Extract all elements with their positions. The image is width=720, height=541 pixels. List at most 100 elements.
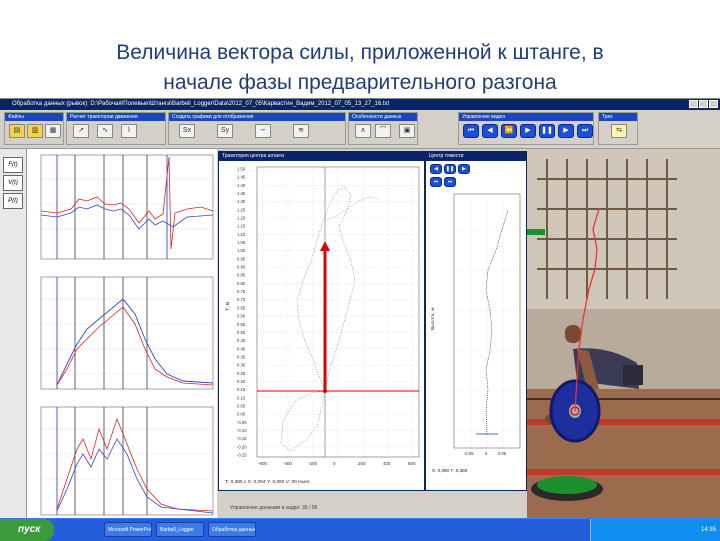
toolbar-group-label: Расчет траектории движения — [67, 113, 165, 121]
vertical-xtick-2: 0.05 — [498, 451, 507, 456]
trajectory-ylabel: Y, м — [225, 302, 231, 311]
save-icon[interactable]: ▦ — [45, 124, 61, 138]
video-last-icon[interactable]: ⏭ — [577, 124, 593, 138]
chart-force-icon[interactable]: ∿ — [97, 124, 113, 138]
athlete-head — [565, 325, 581, 343]
trajectory-ytick: 0.20 — [237, 379, 246, 384]
close-button[interactable] — [709, 100, 718, 108]
trajectory-window[interactable]: Траектория центра штанги 1.50 1.45 1.40 1.3… — [218, 151, 425, 491]
trajectory-ytick: 0.85 — [237, 273, 246, 278]
feature-chart-icon[interactable]: ∧ — [355, 124, 371, 138]
video-pause-icon[interactable]: ❚❚ — [539, 124, 555, 138]
toolbar-group-track: Трек ⇆ — [598, 112, 638, 145]
taskbar: пуск Microsoft PowerPoint Barbell_Logger… — [0, 518, 720, 541]
trajectory-ytick: -0.20 — [237, 444, 247, 449]
trajectory-ytick: 0.95 — [237, 256, 246, 261]
velocity-time-button[interactable]: V(t) — [3, 175, 23, 191]
trajectory-xtick: 0 — [333, 461, 336, 466]
toolbar-group-data-features: Особенности данных ∧ ⌒ ▣ — [348, 112, 418, 145]
toolbar-group-files: Файлы ▤ ▥ ▦ — [4, 112, 64, 145]
left-function-strip: F(t) V(t) P(t) — [0, 149, 27, 519]
trajectory-ytick: 0.25 — [237, 371, 246, 376]
vertical-trace-window[interactable]: Центр тяжести ◀ ❚❚ ▶ ⏮ ⏭ Высота, м -0.05… — [425, 151, 527, 491]
vertical-trace-title: Центр тяжести — [426, 152, 526, 161]
trajectory-ytick: 0.30 — [237, 363, 246, 368]
task-powerpoint[interactable]: Microsoft PowerPoint — [104, 522, 152, 537]
trace-last-icon[interactable]: ⏭ — [444, 177, 456, 187]
slide-title-line-2: начале фазы предварительного разгона — [163, 71, 557, 94]
toolbar-group-label: Управление видео — [459, 113, 593, 121]
trajectory-ytick: 1.00 — [237, 248, 246, 253]
toolbar: Файлы ▤ ▥ ▦ Расчет траектории движения ↗… — [0, 110, 720, 149]
toolbar-group-label: Трек — [599, 113, 637, 121]
vertical-readout: Х: 0,060 Т: 0,380 — [432, 468, 468, 473]
trajectory-ytick: 0.00 — [237, 412, 246, 417]
video-rewind-icon[interactable]: ⏪ — [501, 124, 517, 138]
trajectory-ytick: -0.25 — [237, 453, 247, 458]
maximize-button[interactable] — [699, 100, 708, 108]
trajectory-xtick: -400 — [283, 461, 293, 466]
chart-velocity-icon[interactable]: ↗ — [73, 124, 89, 138]
slide-title-line-1: Величина вектора силы, приложенной к шта… — [116, 41, 604, 64]
task-data-processing[interactable]: Обработка данных — [208, 522, 256, 537]
chart-power-icon[interactable]: ⌇ — [121, 124, 137, 138]
trajectory-ytick: 0.45 — [237, 338, 246, 343]
trajectory-ytick: -0.15 — [237, 436, 247, 441]
video-play-icon[interactable]: ▶ — [520, 124, 536, 138]
trajectory-ytick: 1.10 — [237, 232, 246, 237]
trajectory-ytick: 0.65 — [237, 305, 246, 310]
trajectory-plot: 1.50 1.45 1.40 1.35 1.30 1.25 1.20 1.15 1.10 1.05… — [225, 167, 420, 485]
window-titlebar: Обработка данных (рывок): D:\Рабочая\Пол… — [0, 99, 720, 110]
track-icon[interactable]: ⇆ — [611, 124, 627, 138]
window-title: Обработка данных (рывок): D:\Рабочая\Пол… — [12, 101, 390, 107]
trajectory-xtick: -200 — [308, 461, 318, 466]
trajectory-readout: Т: 0,380 с Х: 0,004 Y: 0,060 V: 00 Ньют. — [225, 479, 311, 485]
vertical-ylabel: Высота, м — [430, 308, 436, 330]
trajectory-icon[interactable]: ∽ — [255, 124, 271, 138]
trajectory-ytick: 0.15 — [237, 387, 246, 392]
trajectory-ytick: 1.40 — [237, 183, 246, 188]
trajectory-ytick: -0.10 — [237, 428, 247, 433]
trajectory-window-title: Траектория центра штанги — [219, 152, 424, 161]
trajectory-ytick: 0.75 — [237, 289, 246, 294]
vertical-xtick-0: -0.05 — [464, 451, 474, 456]
video-frame-illustration — [527, 149, 720, 519]
video-step-back-icon[interactable]: ◀ — [482, 124, 498, 138]
vertical-trace-controls: ◀ ❚❚ ▶ ⏮ ⏭ — [428, 164, 524, 192]
minimize-button[interactable] — [689, 100, 698, 108]
trajectory-ytick: 0.05 — [237, 403, 246, 408]
video-step-forward-icon[interactable]: ▶ — [558, 124, 574, 138]
force-time-button[interactable]: F(t) — [3, 157, 23, 173]
toolbar-group-trajectory: Расчет траектории движения ↗ ∿ ⌇ — [66, 112, 166, 145]
trajectory-xtick: -600 — [258, 461, 268, 466]
print-icon[interactable]: ▣ — [399, 124, 415, 138]
power-time-button[interactable]: P(t) — [3, 193, 23, 209]
velocity-plot-frame — [40, 276, 214, 390]
trajectory-ytick: -0.05 — [237, 420, 247, 425]
open-file-icon[interactable]: ▤ — [9, 124, 25, 138]
start-button[interactable]: пуск — [0, 519, 54, 541]
feature-chart-2-icon[interactable]: ⌒ — [375, 124, 391, 138]
trajectory-xtick: 400 — [383, 461, 391, 466]
trajectory-ytick: 0.70 — [237, 297, 246, 302]
trajectory-ytick: 0.60 — [237, 314, 246, 319]
trajectory-alt-icon[interactable]: ≋ — [293, 124, 309, 138]
task-barbell-logger[interactable]: Barbell_Logger — [156, 522, 204, 537]
folder-icon[interactable]: ▥ — [27, 124, 43, 138]
sx-icon[interactable]: Sx — [179, 124, 195, 138]
trajectory-ytick: 1.05 — [237, 240, 246, 245]
trace-forward-icon[interactable]: ▶ — [458, 164, 470, 174]
sy-icon[interactable]: Sy — [217, 124, 233, 138]
video-frame — [527, 149, 720, 519]
video-first-icon[interactable]: ⏮ — [463, 124, 479, 138]
trace-pause-icon[interactable]: ❚❚ — [444, 164, 456, 174]
vertical-xtick-1: 0 — [485, 451, 488, 456]
toolbar-group-label: Файлы — [5, 113, 63, 121]
toolbar-group-label: Создать графики для отображения — [169, 113, 345, 121]
app-window: Обработка данных (рывок): D:\Рабочая\Пол… — [0, 98, 720, 519]
toolbar-group-video-control: Управление видео ⏮ ◀ ⏪ ▶ ❚❚ ▶ ⏭ — [458, 112, 594, 145]
window-controls — [688, 100, 718, 110]
toolbar-group-label: Особенности данных — [349, 113, 417, 121]
trace-first-icon[interactable]: ⏮ — [430, 177, 442, 187]
trace-back-icon[interactable]: ◀ — [430, 164, 442, 174]
